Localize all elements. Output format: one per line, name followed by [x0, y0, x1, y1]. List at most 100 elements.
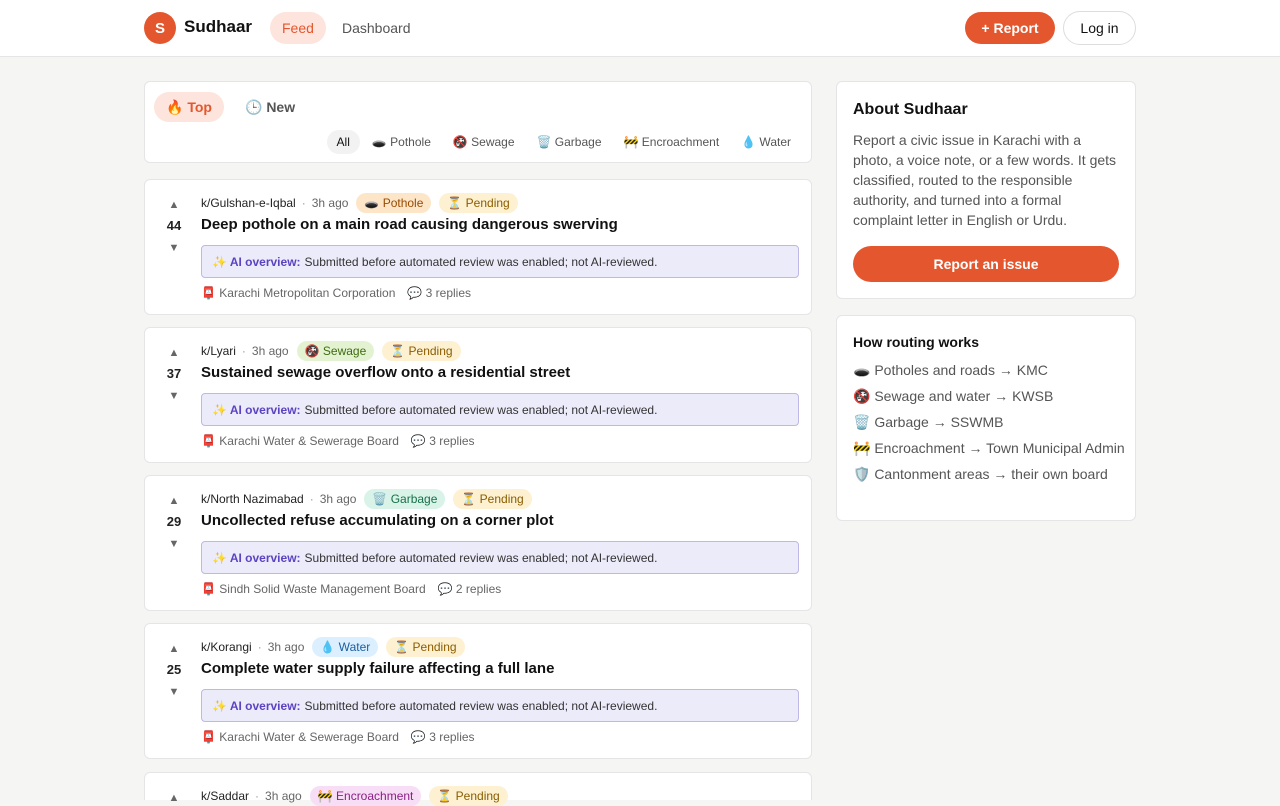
status-badge: ⏳ Pending: [439, 193, 518, 213]
ai-overview-text: Submitted before automated review was en…: [304, 698, 658, 713]
about-title: About Sudhaar: [853, 101, 968, 118]
downvote-icon[interactable]: ▼: [159, 537, 189, 551]
replies-link[interactable]: 💬 3 replies: [411, 730, 475, 744]
post-meta: k/Korangi · 3h ago 💧 Water ⏳ Pending: [201, 637, 465, 657]
post-card[interactable]: ▲ 25 ▼ k/Korangi · 3h ago 💧 Water ⏳ Pend…: [144, 623, 812, 759]
routing-item: 🚱 Sewage and water → KWSB: [853, 388, 1054, 404]
ai-overview-text: Submitted before automated review was en…: [304, 254, 658, 269]
downvote-icon[interactable]: ▼: [159, 389, 189, 403]
post-footer: 📮 Sindh Solid Waste Management Board 💬 2…: [201, 582, 501, 596]
category-water[interactable]: 💧 Water: [731, 130, 801, 154]
community-link[interactable]: k/Gulshan-e-Iqbal: [201, 196, 296, 210]
vote-score: 44: [166, 218, 182, 233]
post-title[interactable]: Uncollected refuse accumulating on a cor…: [201, 512, 554, 529]
post-time: 3h ago: [265, 789, 302, 803]
post-time: 3h ago: [311, 196, 349, 210]
logo-icon[interactable]: S: [144, 12, 176, 44]
downvote-icon[interactable]: ▼: [159, 685, 189, 699]
upvote-icon[interactable]: ▲: [159, 642, 189, 656]
post-card[interactable]: ▲ 37 ▼ k/Lyari · 3h ago 🚱 Sewage ⏳ Pendi…: [144, 327, 812, 463]
vote-control: ▲: [159, 791, 189, 805]
vote-control: ▲ 37 ▼: [159, 346, 189, 403]
post-footer: 📮 Karachi Metropolitan Corporation 💬 3 r…: [201, 286, 471, 300]
category-all[interactable]: All: [326, 130, 360, 154]
authority-label: 📮 Karachi Water & Sewerage Board: [201, 730, 399, 744]
post-meta: k/Saddar · 3h ago 🚧 Encroachment ⏳ Pendi…: [201, 786, 508, 806]
authority-label: 📮 Karachi Metropolitan Corporation: [201, 286, 396, 300]
nav-feed-tab[interactable]: Feed: [270, 12, 326, 44]
separator: ·: [301, 196, 306, 210]
category-badge: 🚧 Encroachment: [309, 786, 422, 806]
authority-label: 📮 Karachi Water & Sewerage Board: [201, 434, 399, 448]
upvote-icon[interactable]: ▲: [159, 198, 189, 212]
community-link[interactable]: k/North Nazimabad: [201, 492, 304, 506]
ai-overview-label: ✨ AI overview:: [212, 550, 301, 565]
post-meta: k/Gulshan-e-Iqbal · 3h ago 🕳️ Pothole ⏳ …: [201, 193, 518, 213]
post-title[interactable]: Complete water supply failure affecting …: [201, 660, 554, 677]
brand-name[interactable]: Sudhaar: [184, 17, 252, 37]
community-link[interactable]: k/Lyari: [201, 344, 236, 358]
post-meta: k/North Nazimabad · 3h ago 🗑️ Garbage ⏳ …: [201, 489, 532, 509]
community-link[interactable]: k/Saddar: [201, 789, 249, 803]
routing-card: How routing works 🕳️ Potholes and roads …: [836, 315, 1136, 521]
post-card[interactable]: ▲ k/Saddar · 3h ago 🚧 Encroachment ⏳ Pen…: [144, 772, 812, 806]
replies-link[interactable]: 💬 3 replies: [407, 286, 471, 300]
upvote-icon[interactable]: ▲: [159, 494, 189, 508]
category-encroachment[interactable]: 🚧 Encroachment: [614, 130, 730, 154]
upvote-icon[interactable]: ▲: [159, 346, 189, 360]
routing-item: 🚧 Encroachment → Town Municipal Admin: [853, 440, 1125, 456]
post-card[interactable]: ▲ 29 ▼ k/North Nazimabad · 3h ago 🗑️ Gar…: [144, 475, 812, 611]
ai-overview-text: Submitted before automated review was en…: [304, 402, 658, 417]
category-pothole[interactable]: 🕳️ Pothole: [362, 130, 441, 154]
status-badge: ⏳ Pending: [453, 489, 532, 509]
post-time: 3h ago: [319, 492, 357, 506]
status-badge: ⏳ Pending: [429, 786, 508, 806]
post-footer: 📮 Karachi Water & Sewerage Board 💬 3 rep…: [201, 730, 475, 744]
ai-overview-text: Submitted before automated review was en…: [304, 550, 658, 565]
sort-top-tab[interactable]: 🔥 Top: [154, 92, 224, 122]
replies-link[interactable]: 💬 2 replies: [438, 582, 502, 596]
post-time: 3h ago: [267, 640, 305, 654]
post-footer: 📮 Karachi Water & Sewerage Board 💬 3 rep…: [201, 434, 475, 448]
vote-control: ▲ 25 ▼: [159, 642, 189, 699]
nav-dashboard-tab[interactable]: Dashboard: [330, 12, 423, 44]
authority-label: 📮 Sindh Solid Waste Management Board: [201, 582, 426, 596]
ai-overview: ✨ AI overview: Submitted before automate…: [201, 245, 799, 278]
status-badge: ⏳ Pending: [386, 637, 465, 657]
sort-new-tab[interactable]: 🕒 New: [235, 92, 305, 122]
ai-overview-label: ✨ AI overview:: [212, 254, 301, 269]
vote-score: 25: [166, 662, 182, 677]
category-badge: 🗑️ Garbage: [364, 489, 446, 509]
routing-title: How routing works: [853, 334, 979, 350]
vote-score: 29: [166, 514, 182, 529]
routing-item: 🛡️ Cantonment areas → their own board: [853, 466, 1108, 482]
separator: ·: [257, 640, 262, 654]
vote-score: 37: [166, 366, 182, 381]
vote-control: ▲ 44 ▼: [159, 198, 189, 255]
category-badge: 🕳️ Pothole: [356, 193, 432, 213]
category-garbage[interactable]: 🗑️ Garbage: [527, 130, 612, 154]
separator: ·: [309, 492, 314, 506]
ai-overview: ✨ AI overview: Submitted before automate…: [201, 393, 799, 426]
routing-list: 🕳️ Potholes and roads → KMC 🚱 Sewage and…: [853, 360, 1125, 490]
filter-bar: 🔥 Top 🕒 New All 🕳️ Pothole 🚱 Sewage 🗑️ G…: [144, 81, 812, 163]
upvote-icon[interactable]: ▲: [159, 791, 189, 805]
ai-overview: ✨ AI overview: Submitted before automate…: [201, 689, 799, 722]
category-sewage[interactable]: 🚱 Sewage: [443, 130, 525, 154]
ai-overview-label: ✨ AI overview:: [212, 698, 301, 713]
downvote-icon[interactable]: ▼: [159, 241, 189, 255]
report-button[interactable]: + Report: [965, 12, 1055, 44]
post-time: 3h ago: [251, 344, 289, 358]
post-card[interactable]: ▲ 44 ▼ k/Gulshan-e-Iqbal · 3h ago 🕳️ Pot…: [144, 179, 812, 315]
category-badge: 🚱 Sewage: [296, 341, 375, 361]
replies-link[interactable]: 💬 3 replies: [411, 434, 475, 448]
post-meta: k/Lyari · 3h ago 🚱 Sewage ⏳ Pending: [201, 341, 461, 361]
login-button[interactable]: Log in: [1063, 11, 1136, 45]
community-link[interactable]: k/Korangi: [201, 640, 252, 654]
report-issue-button[interactable]: Report an issue: [853, 246, 1119, 282]
routing-item: 🗑️ Garbage → SSWMB: [853, 414, 1004, 430]
post-title[interactable]: Sustained sewage overflow onto a residen…: [201, 364, 570, 381]
about-description: Report a civic issue in Karachi with a p…: [853, 132, 1117, 228]
post-title[interactable]: Deep pothole on a main road causing dang…: [201, 216, 618, 233]
routing-item: 🕳️ Potholes and roads → KMC: [853, 362, 1048, 378]
